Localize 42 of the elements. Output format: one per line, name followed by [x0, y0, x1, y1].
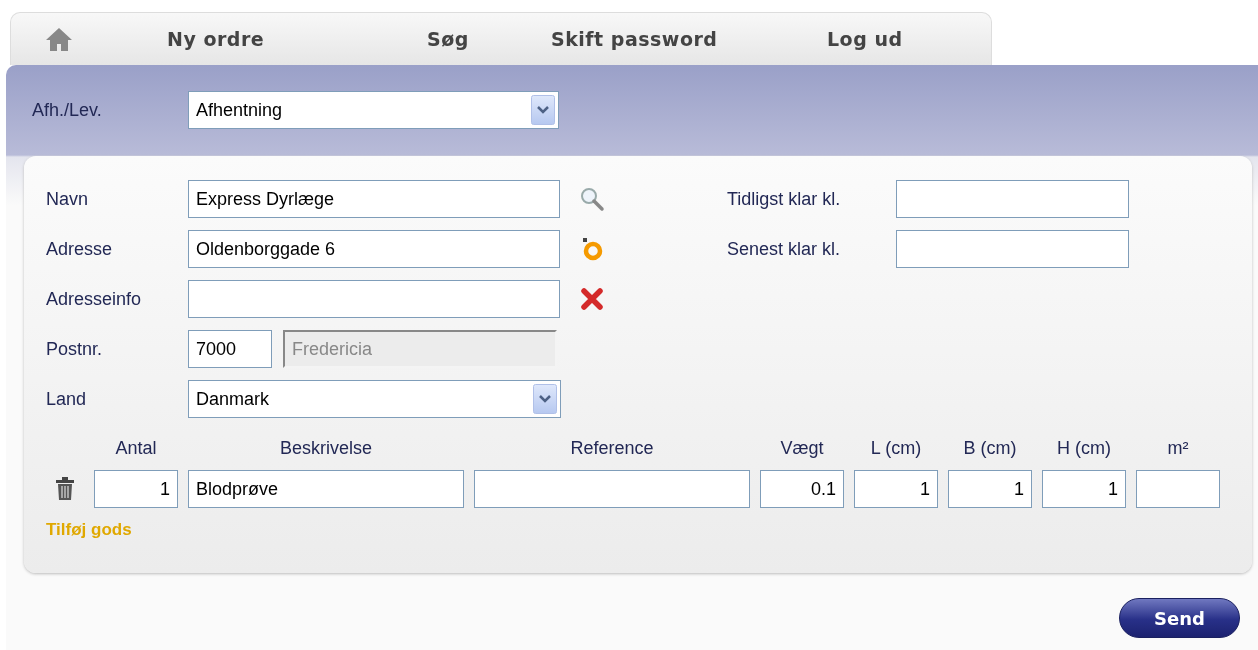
nav-link[interactable]: Skift password [551, 28, 827, 50]
time-field[interactable] [896, 180, 1129, 218]
home-icon[interactable] [45, 26, 73, 52]
input-field[interactable]: Blodprøve [188, 470, 464, 508]
dropdown[interactable]: Danmark [188, 380, 561, 418]
column-header: m² [1166, 438, 1190, 460]
column-header: Beskrivelse [279, 438, 373, 460]
city-field: Fredericia [283, 330, 557, 368]
field-label: Navn [46, 188, 90, 210]
postcode-field[interactable]: 7000 [188, 330, 272, 368]
input-field[interactable]: Oldenborggade 6 [188, 230, 560, 268]
send-button[interactable]: Send [1119, 598, 1240, 638]
column-header: Reference [569, 438, 655, 460]
field-label: Senest klar kl. [727, 238, 842, 260]
field-label: Afh./Lev. [32, 99, 103, 121]
field-label: Postnr. [46, 338, 104, 360]
dropdown[interactable]: Afhentning [188, 91, 559, 129]
trash-icon[interactable] [54, 477, 76, 501]
input-field[interactable]: 0.1 [760, 470, 844, 508]
nav-link[interactable]: Ny ordre [167, 28, 427, 50]
time-field[interactable] [896, 230, 1129, 268]
input-field[interactable]: 1 [94, 470, 178, 508]
close-icon[interactable] [578, 285, 606, 313]
input-field[interactable] [188, 280, 560, 318]
column-header: Vægt [779, 438, 825, 460]
input-field[interactable] [474, 470, 750, 508]
input-field[interactable]: 1 [854, 470, 938, 508]
input-field[interactable] [1136, 470, 1220, 508]
column-header: Antal [114, 438, 158, 460]
column-header: L (cm) [869, 438, 923, 460]
nav-link[interactable]: Log ud [827, 28, 903, 50]
input-field[interactable]: Express Dyrlæge [188, 180, 560, 218]
field-label: Adresseinfo [46, 288, 143, 310]
column-header: B (cm) [962, 438, 1018, 460]
field-label: Adresse [46, 238, 114, 260]
search-icon[interactable] [578, 185, 606, 213]
input-field[interactable]: 1 [1042, 470, 1126, 508]
input-field[interactable]: 1 [948, 470, 1032, 508]
field-label: Land [46, 388, 88, 410]
field-label: Tidligst klar kl. [727, 188, 842, 210]
column-header: H (cm) [1056, 438, 1112, 460]
nav-link[interactable]: Søg [427, 28, 551, 50]
